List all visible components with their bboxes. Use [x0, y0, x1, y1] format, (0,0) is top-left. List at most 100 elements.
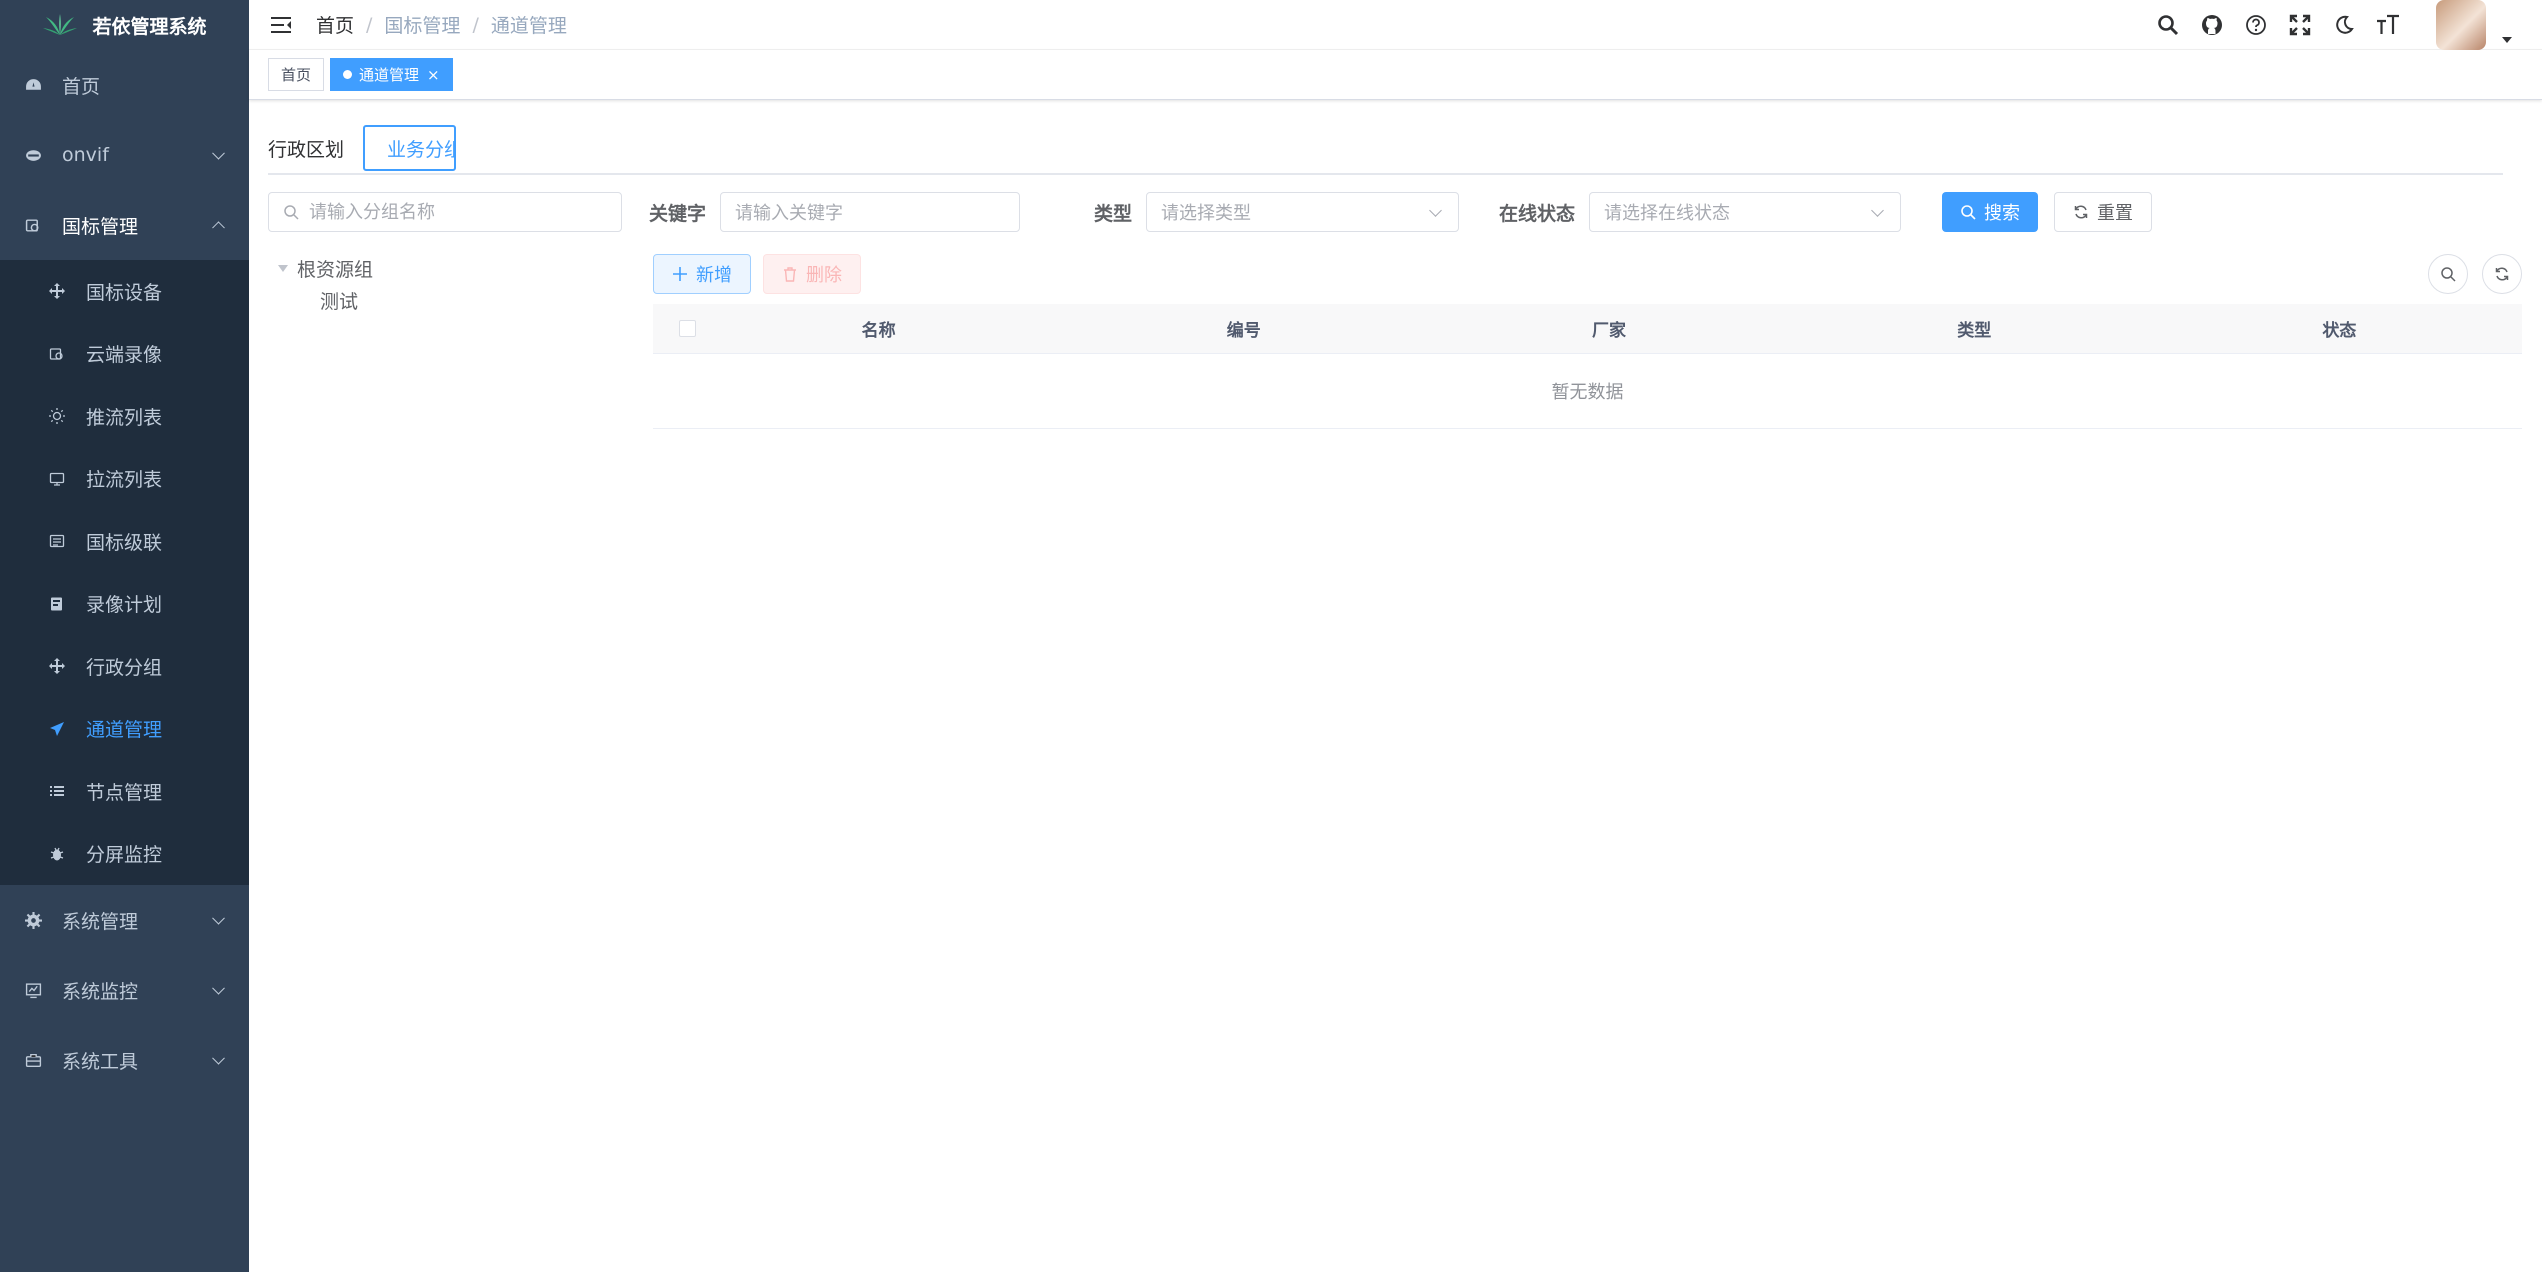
status-select[interactable]: 请选择在线状态	[1589, 192, 1902, 232]
chevron-down-icon	[212, 911, 225, 925]
tree-node-child[interactable]: 测试	[268, 284, 622, 316]
sidebar-item-push-list[interactable]: 推流列表	[0, 385, 249, 448]
caret-down-icon[interactable]	[278, 264, 288, 272]
filter-form: 关键字 请输入关键字 类型 请选择类型 在线状态 请选择在线状态 搜索 重置	[649, 192, 2522, 232]
type-placeholder: 请选择类型	[1161, 203, 1252, 224]
sidebar-item-onvif[interactable]: onvif	[0, 120, 249, 190]
table-header: 名称 编号 厂家 类型 状态	[653, 304, 2522, 354]
breadcrumb-home[interactable]: 首页	[316, 11, 354, 38]
github-icon[interactable]	[2200, 13, 2224, 37]
sidebar-item-label: onvif	[62, 144, 109, 166]
search-icon	[2441, 267, 2456, 282]
close-icon[interactable]: ×	[427, 66, 440, 84]
sidebar-item-label: 分屏监控	[86, 844, 163, 867]
search-icon	[284, 205, 299, 220]
caret-down-icon[interactable]	[2502, 37, 2512, 43]
sidebar-item-split-monitor[interactable]: 分屏监控	[0, 823, 249, 886]
breadcrumb-gb-management: 国标管理	[384, 15, 461, 37]
sidebar-item-label: 拉流列表	[86, 469, 163, 492]
sidebar-item-node-management[interactable]: 节点管理	[0, 760, 249, 823]
refresh-icon	[2495, 267, 2509, 281]
sidebar-item-gb-devices[interactable]: 国标设备	[0, 260, 249, 323]
keyword-label: 关键字	[649, 202, 707, 225]
sidebar-item-gb-management[interactable]: 国标管理	[0, 190, 249, 260]
group-search-field	[268, 192, 622, 232]
toggle-search-button[interactable]	[2428, 254, 2468, 294]
search-button[interactable]: 搜索	[1942, 192, 2039, 232]
type-select[interactable]: 请选择类型	[1146, 192, 1460, 232]
active-dot-icon	[343, 70, 353, 79]
status-placeholder: 请选择在线状态	[1604, 203, 1731, 224]
fullscreen-icon[interactable]	[2288, 13, 2312, 37]
sidebar-item-home[interactable]: 首页	[0, 50, 249, 120]
sidebar-item-label: 推流列表	[86, 406, 163, 429]
table-toolbar: 新增 删除	[653, 254, 2522, 294]
group-search-input[interactable]	[309, 201, 609, 223]
sidebar-item-label: 云端录像	[86, 344, 163, 367]
tag-channel-management[interactable]: 通道管理 ×	[330, 58, 453, 91]
help-icon[interactable]	[2244, 13, 2268, 37]
breadcrumb: 首页 / 国标管理 / 通道管理	[316, 11, 567, 38]
sidebar-item-system-tools[interactable]: 系统工具	[0, 1025, 249, 1095]
sidebar-item-label: 系统监控	[62, 980, 139, 1003]
breadcrumb-separator: /	[366, 13, 373, 36]
tab-admin-region[interactable]: 行政区划	[268, 125, 344, 171]
reset-button[interactable]: 重置	[2054, 192, 2153, 232]
chevron-down-icon	[212, 1051, 225, 1065]
dark-mode-icon[interactable]	[2332, 13, 2356, 37]
sidebar-item-admin-group[interactable]: 行政分组	[0, 635, 249, 698]
sidebar-item-pull-list[interactable]: 拉流列表	[0, 448, 249, 511]
navbar: 首页 / 国标管理 / 通道管理	[249, 0, 2542, 50]
refresh-icon	[2074, 205, 2088, 219]
sidebar-item-label: 国标级联	[86, 531, 163, 554]
add-button[interactable]: 新增	[653, 254, 751, 294]
submenu-gb-management: 国标设备 云端录像 推流列表 拉流列表 国标级联 录像计划 行政分组 通道管理	[0, 260, 249, 885]
column-header-manufacturer: 厂家	[1592, 321, 1626, 341]
sidebar-item-system-monitor[interactable]: 系统监控	[0, 955, 249, 1025]
chevron-down-icon	[212, 981, 225, 995]
refresh-button[interactable]	[2482, 254, 2522, 294]
tree-node-root[interactable]: 根资源组	[268, 252, 622, 284]
sidebar-item-gb-cascade[interactable]: 国标级联	[0, 510, 249, 573]
tag-home[interactable]: 首页	[268, 58, 325, 91]
content: 行政区划 业务分组 根资源组 测试 关键字 请输入关键字 类型 请选择类型	[249, 100, 2542, 1272]
camera-icon	[24, 146, 42, 164]
empty-state: 暂无数据	[653, 354, 2522, 429]
font-size-icon[interactable]	[2376, 13, 2400, 37]
logo-icon	[43, 14, 78, 35]
tag-label: 通道管理	[359, 66, 420, 84]
sidebar-item-system-management[interactable]: 系统管理	[0, 885, 249, 955]
sidebar-item-label: 录像计划	[86, 594, 163, 617]
app-logo[interactable]: 若依管理系统	[0, 0, 249, 50]
tag-label: 首页	[281, 66, 312, 84]
type-label: 类型	[1094, 202, 1133, 225]
column-header-type: 类型	[1957, 321, 1992, 341]
channel-table: 名称 编号 厂家 类型 状态 暂无数据	[653, 304, 2522, 429]
sidebar-item-label: 首页	[62, 75, 101, 98]
sidebar-item-label: 通道管理	[86, 719, 163, 742]
video-icon	[24, 216, 42, 234]
cloud-record-icon	[48, 345, 66, 363]
tree-node-label: 测试	[320, 290, 359, 313]
avatar[interactable]	[2436, 0, 2486, 50]
chevron-down-icon	[1429, 204, 1442, 217]
tabs: 行政区划 业务分组	[268, 100, 2503, 175]
sidebar-item-channel-management[interactable]: 通道管理	[0, 698, 249, 761]
trash-icon	[784, 267, 796, 282]
chevron-down-icon	[1871, 204, 1884, 217]
cascade-icon	[48, 532, 66, 550]
toolbox-icon	[24, 1051, 42, 1069]
column-header-name: 名称	[861, 321, 896, 341]
sidebar-item-label: 节点管理	[86, 781, 163, 804]
sidebar-item-cloud-record[interactable]: 云端录像	[0, 323, 249, 386]
sidebar-item-record-plan[interactable]: 录像计划	[0, 573, 249, 636]
keyword-input[interactable]: 请输入关键字	[720, 192, 1021, 232]
sidebar-item-label: 行政分组	[86, 656, 163, 679]
hamburger-icon[interactable]	[270, 14, 292, 36]
tab-business-group[interactable]: 业务分组	[363, 125, 456, 171]
search-icon[interactable]	[2156, 13, 2180, 37]
breadcrumb-current: 通道管理	[490, 15, 567, 37]
select-all-checkbox[interactable]	[679, 320, 696, 337]
column-header-code: 编号	[1226, 321, 1261, 341]
app-title: 若依管理系统	[92, 15, 207, 38]
